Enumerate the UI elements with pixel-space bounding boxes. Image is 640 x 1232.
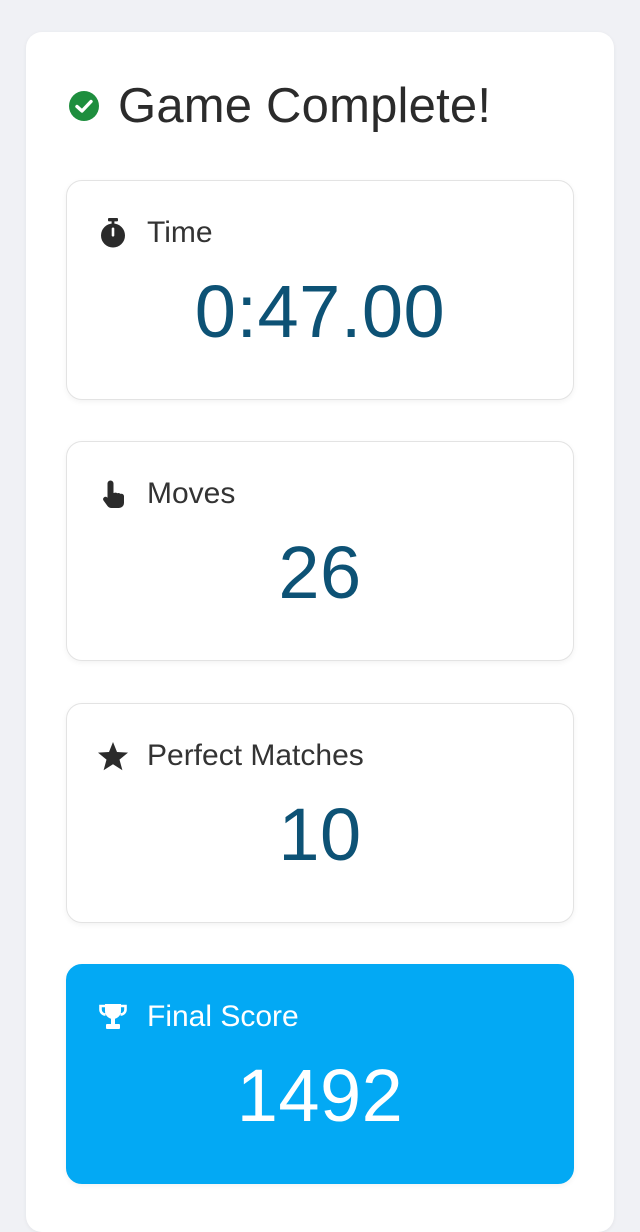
pointing-hand-icon — [97, 478, 129, 510]
perfect-matches-card: Perfect Matches 10 — [66, 703, 574, 923]
final-score-card: Final Score 1492 — [66, 964, 574, 1184]
final-score-label: Final Score — [147, 1000, 299, 1033]
time-card: Time 0:47.00 — [66, 180, 574, 400]
star-icon — [97, 740, 129, 772]
page-title: Game Complete! — [118, 79, 492, 133]
final-score-value: 1492 — [236, 1054, 404, 1137]
results-header: Game Complete! — [68, 76, 491, 136]
time-value: 0:47.00 — [194, 270, 446, 353]
stopwatch-icon — [97, 217, 129, 249]
moves-card: Moves 26 — [66, 441, 574, 661]
time-label: Time — [147, 216, 213, 249]
moves-label: Moves — [147, 477, 236, 510]
moves-value: 26 — [278, 531, 362, 614]
check-circle-icon — [68, 90, 100, 122]
trophy-icon — [97, 1001, 129, 1033]
perfect-matches-label: Perfect Matches — [147, 739, 364, 772]
perfect-matches-value: 10 — [278, 793, 362, 876]
